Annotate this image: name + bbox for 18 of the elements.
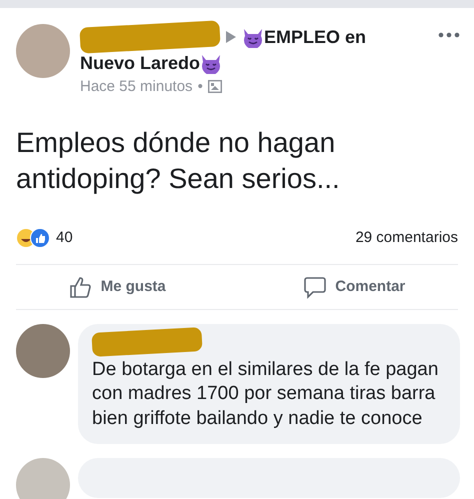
thumbs-up-icon xyxy=(68,274,93,299)
comment-count[interactable]: 29 comentarios xyxy=(355,229,458,246)
more-options-icon[interactable] xyxy=(438,32,460,38)
post-text: Empleos dónde no hagan antidoping? Sean serios... xyxy=(16,126,341,196)
group-name[interactable]: Nuevo Laredo xyxy=(80,52,428,74)
picture-frame-icon xyxy=(208,80,222,93)
comment-button[interactable]: Comentar xyxy=(293,270,416,303)
separator-dot: • xyxy=(198,78,203,95)
speech-bubble-icon xyxy=(303,274,328,299)
reaction-count[interactable]: 40 xyxy=(56,229,73,246)
avatar-photo-placeholder xyxy=(16,458,70,499)
triangle-icon xyxy=(226,31,236,43)
avatar-photo-placeholder xyxy=(16,24,70,78)
reaction-icons xyxy=(16,228,52,248)
post-time: Hace 55 minutos xyxy=(80,78,193,95)
comment-text: De botarga en el similares de la fe pagan con madres 1700 por semana tiras barra bien griffote bailando y nadie te conoce xyxy=(92,358,440,432)
like-button[interactable]: Me gusta xyxy=(58,270,176,303)
group-name[interactable]: EMPLEO en xyxy=(264,26,366,48)
